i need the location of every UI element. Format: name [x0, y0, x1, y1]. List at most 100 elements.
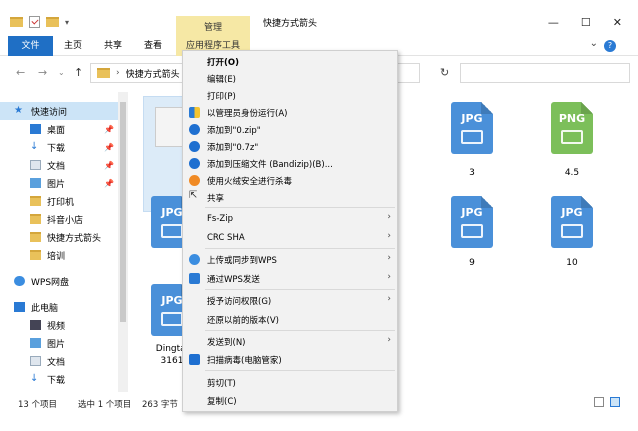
tab-home[interactable]: 主页	[58, 36, 88, 56]
pin-icon[interactable]: 📌	[104, 161, 114, 170]
sidebar-item-pc-downloads[interactable]: ↓ 下载	[0, 370, 118, 388]
sidebar-item-label: WPS网盘	[31, 277, 70, 288]
close-button[interactable]: ✕	[613, 16, 622, 29]
back-icon[interactable]: ←	[16, 66, 25, 79]
pin-icon[interactable]: 📌	[104, 179, 114, 188]
sidebar-item-label: 图片	[47, 339, 66, 350]
tab-file[interactable]: 文件	[8, 36, 53, 56]
sidebar-item-desktop[interactable]: 桌面 📌	[0, 120, 118, 138]
sidebar-item-quick-access[interactable]: ★ 快速访问	[0, 102, 118, 120]
maximize-button[interactable]: ☐	[581, 16, 591, 29]
menu-item-cut[interactable]: 剪切(T)	[183, 374, 397, 391]
menu-item-open[interactable]: 打开(O)	[183, 53, 397, 70]
status-selected: 选中 1 个项目	[78, 400, 132, 410]
sidebar-item-label: 图片	[47, 179, 66, 190]
file-explorer-window: ▾ 管理 快捷方式箭头 — ☐ ✕ 文件 主页 共享 查看 应用程序工具 ⌄ ?…	[0, 0, 638, 431]
sidebar-item-label: 此电脑	[31, 303, 59, 314]
menu-item-add-7z[interactable]: 添加到"0.7z"	[183, 138, 397, 155]
menu-item-send-to[interactable]: 发送到(N) ›	[183, 333, 397, 350]
sidebar-item-douyin[interactable]: 抖音小店	[0, 210, 118, 228]
status-size: 263 字节	[142, 400, 178, 410]
menu-item-crc-sha[interactable]: CRC SHA ›	[183, 229, 397, 246]
help-icon[interactable]: ?	[604, 40, 616, 52]
menu-item-virus-scan[interactable]: 扫描病毒(电脑管家)	[183, 351, 397, 368]
address-path[interactable]: 快捷方式箭头	[126, 67, 180, 80]
bandizip-icon	[189, 124, 200, 135]
sidebar-item-printer[interactable]: 打印机	[0, 192, 118, 210]
star-icon: ★	[14, 105, 23, 116]
menu-item-huorong-scan[interactable]: 使用火绒安全进行杀毒	[183, 172, 397, 189]
chevron-down-icon[interactable]: ⌄	[590, 38, 598, 49]
menu-item-add-bandizip[interactable]: 添加到压缩文件 (Bandizip)(B)...	[183, 155, 397, 172]
sidebar-item-this-pc[interactable]: 此电脑	[0, 298, 118, 316]
pin-icon[interactable]: 📌	[104, 125, 114, 134]
png-file-icon: PNG	[551, 102, 593, 154]
title-bar: ▾ 管理 快捷方式箭头 — ☐ ✕	[0, 10, 638, 46]
huorong-icon	[189, 175, 200, 186]
new-folder-icon[interactable]	[46, 17, 59, 27]
jpg-file-icon: JPG	[451, 196, 493, 248]
scrollbar-thumb[interactable]	[120, 102, 126, 322]
tab-view[interactable]: 查看	[138, 36, 168, 56]
sidebar-item-label: 下载	[47, 375, 66, 386]
file-item-4-5[interactable]: PNG 4.5	[540, 102, 604, 178]
menu-item-grant-access[interactable]: 授予访问权限(G) ›	[183, 292, 397, 309]
sidebar-item-label: 打印机	[47, 197, 75, 208]
sidebar-item-pictures[interactable]: 图片 📌	[0, 174, 118, 192]
pc-manager-icon	[189, 354, 200, 365]
sidebar-item-documents[interactable]: 文档 📌	[0, 156, 118, 174]
menu-item-restore-versions[interactable]: 还原以前的版本(V)	[183, 311, 397, 328]
menu-item-fs-zip[interactable]: Fs-Zip ›	[183, 210, 397, 227]
file-item-10[interactable]: JPG 10	[540, 196, 604, 268]
sidebar-item-pc-documents[interactable]: 文档	[0, 352, 118, 370]
qat-dropdown-icon[interactable]: ▾	[65, 18, 69, 27]
up-icon[interactable]: ↑	[74, 66, 83, 79]
large-icons-view-icon[interactable]	[610, 397, 620, 407]
picture-icon	[30, 338, 41, 348]
search-input[interactable]	[460, 63, 630, 83]
file-item-9[interactable]: JPG 9	[440, 196, 504, 268]
sidebar-item-downloads[interactable]: ↓ 下载 📌	[0, 138, 118, 156]
sidebar-item-label: 视频	[47, 321, 66, 332]
menu-separator	[205, 207, 395, 208]
sidebar-item-label: 文档	[47, 161, 66, 172]
menu-item-print[interactable]: 打印(P)	[183, 87, 397, 104]
menu-item-wps-upload[interactable]: 上传或同步到WPS ›	[183, 251, 397, 268]
download-icon: ↓	[30, 373, 39, 384]
forward-icon[interactable]: →	[38, 66, 47, 79]
recent-dropdown-icon[interactable]: ⌄	[58, 68, 65, 77]
sidebar-item-label: 桌面	[47, 125, 66, 136]
desktop-icon	[30, 124, 41, 134]
sidebar-item-videos[interactable]: 视频	[0, 316, 118, 334]
properties-icon[interactable]	[29, 16, 40, 28]
menu-item-run-as-admin[interactable]: 以管理员身份运行(A)	[183, 104, 397, 121]
address-separator-icon: ›	[116, 68, 120, 78]
sidebar-item-training[interactable]: 培训	[0, 246, 118, 264]
status-item-count: 13 个项目	[18, 400, 58, 410]
sidebar-item-shortcut-arrow[interactable]: 快捷方式箭头	[0, 228, 118, 246]
sidebar-item-wps-cloud[interactable]: WPS网盘	[0, 272, 118, 290]
pin-icon[interactable]: 📌	[104, 143, 114, 152]
sidebar-item-pc-pictures[interactable]: 图片	[0, 334, 118, 352]
file-label: 4.5	[564, 168, 580, 178]
folder-icon	[30, 214, 41, 224]
refresh-icon[interactable]: ↻	[440, 66, 449, 79]
details-view-icon[interactable]	[594, 397, 604, 407]
menu-item-share[interactable]: ⇱ 共享	[183, 189, 397, 206]
sidebar-item-label: 快捷方式箭头	[47, 233, 102, 244]
menu-item-copy[interactable]: 复制(C)	[183, 392, 397, 409]
menu-item-add-zip[interactable]: 添加到"0.zip"	[183, 121, 397, 138]
sidebar-scrollbar[interactable]	[118, 92, 128, 392]
menu-item-edit[interactable]: 编辑(E)	[183, 70, 397, 87]
quick-access-toolbar: ▾	[10, 16, 69, 28]
jpg-file-icon: JPG	[551, 196, 593, 248]
folder-icon[interactable]	[10, 17, 23, 27]
file-label: 3	[469, 168, 475, 178]
window-title: 快捷方式箭头	[263, 19, 318, 29]
file-item-3[interactable]: JPG 3	[440, 102, 504, 178]
menu-item-wps-send[interactable]: 通过WPS发送 ›	[183, 270, 397, 287]
tab-share[interactable]: 共享	[98, 36, 128, 56]
minimize-button[interactable]: —	[548, 16, 559, 29]
folder-icon	[30, 196, 41, 206]
folder-icon	[97, 68, 110, 78]
